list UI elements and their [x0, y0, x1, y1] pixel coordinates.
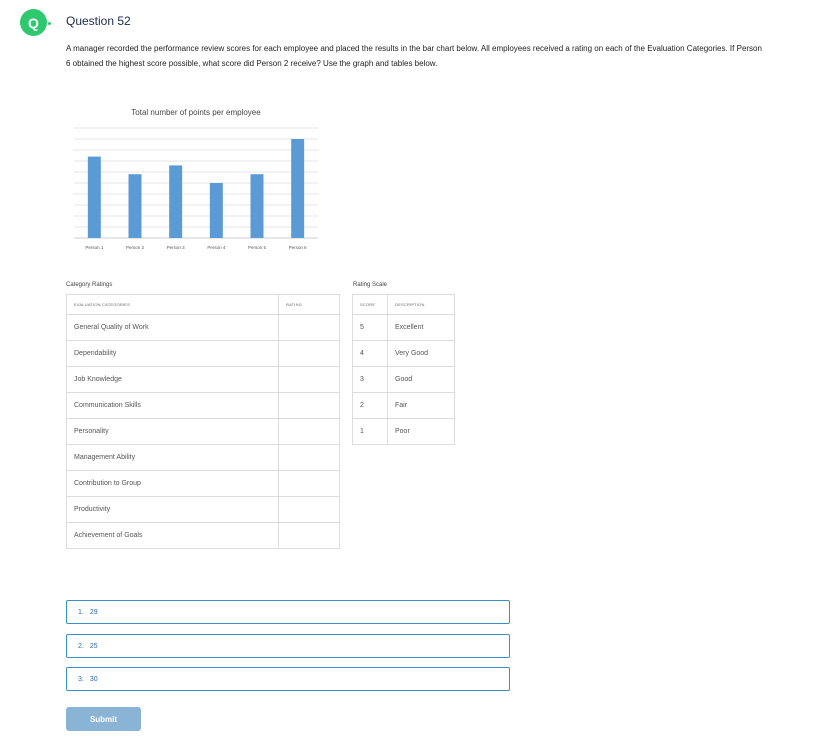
bar-chart: Total number of points per employee Pers… [66, 96, 326, 261]
category-rating-cell [278, 392, 340, 419]
category-name: Achievement of Goals [66, 522, 279, 549]
chart-title: Total number of points per employee [131, 108, 261, 117]
answer-option-3[interactable]: 3. 30 [66, 667, 510, 691]
category-name: Communication Skills [66, 392, 279, 419]
scale-row: 1 Poor [352, 418, 455, 445]
question-badge: Q [20, 9, 51, 36]
scale-description: Very Good [387, 340, 455, 367]
header-evaluation-categories: EVALUATION CATEGORIES [66, 294, 279, 315]
category-row: Productivity [66, 496, 340, 523]
chart-bar [291, 139, 305, 238]
question-title: Question 52 [66, 14, 131, 28]
answer-number: 2. [78, 642, 84, 650]
scale-row: 3 Good [352, 366, 455, 393]
scale-description: Fair [387, 392, 455, 419]
category-name: Productivity [66, 496, 279, 523]
scale-row: 2 Fair [352, 392, 455, 419]
chart-tick-label: Person 2 [126, 245, 145, 250]
category-row: Personality [66, 418, 340, 445]
scale-score: 3 [352, 366, 388, 393]
scale-score: 5 [352, 314, 388, 341]
scale-description: Poor [387, 418, 455, 445]
category-ratings-label: Category Ratings [66, 282, 113, 288]
chart-tick-label: Person 1 [85, 245, 104, 250]
scale-description: Excellent [387, 314, 455, 341]
category-row: Contribution to Group [66, 470, 340, 497]
category-name: Contribution to Group [66, 470, 279, 497]
chart-tick-label: Person 4 [207, 245, 226, 250]
answer-number: 3. [78, 675, 84, 683]
category-row: Job Knowledge [66, 366, 340, 393]
answer-value: 29 [89, 608, 98, 616]
answer-value: 30 [89, 675, 98, 683]
submit-button[interactable]: Submit [66, 707, 141, 731]
category-rating-cell [278, 314, 340, 341]
category-row: Management Ability [66, 444, 340, 471]
chart-tick-label: Person 5 [248, 245, 267, 250]
chart-bar [87, 156, 101, 238]
chart-bar [128, 174, 142, 238]
scale-score: 4 [352, 340, 388, 367]
category-row: General Quality of Work [66, 314, 340, 341]
scale-row: 5 Excellent [352, 314, 455, 341]
header-description: DESCRIPTION [387, 294, 455, 315]
category-rating-cell [278, 418, 340, 445]
answer-option-1[interactable]: 1. 29 [66, 600, 510, 624]
rating-scale-label: Rating Scale [353, 282, 388, 288]
chart-bar [250, 174, 264, 238]
category-rating-cell [278, 522, 340, 549]
chart-plot: Person 1 Person 2 Person 3 Person 4 Person 5… [74, 127, 318, 250]
answer-value: 25 [89, 642, 98, 650]
header-score: SCORE [352, 294, 388, 315]
scale-score: 2 [352, 392, 388, 419]
category-name: General Quality of Work [66, 314, 279, 341]
badge-dot [48, 22, 51, 25]
category-row: Communication Skills [66, 392, 340, 419]
category-row: Dependability [66, 340, 340, 367]
chart-bar [169, 165, 183, 238]
header-rating: RATING [278, 294, 340, 315]
category-rating-cell [278, 470, 340, 497]
category-rating-cell [278, 496, 340, 523]
category-rating-cell [278, 340, 340, 367]
category-name: Management Ability [66, 444, 279, 471]
chart-bar [209, 183, 223, 238]
category-ratings-table: EVALUATION CATEGORIES RATING General Qua… [66, 294, 340, 549]
category-rating-cell [278, 444, 340, 471]
rating-scale-table: SCORE DESCRIPTION 5 Excellent 4 Very Good 3 G… [352, 294, 455, 445]
scale-row: 4 Very Good [352, 340, 455, 367]
answer-option-2[interactable]: 2. 25 [66, 634, 510, 658]
category-name: Job Knowledge [66, 366, 279, 393]
scale-score: 1 [352, 418, 388, 445]
scale-description: Good [387, 366, 455, 393]
category-row: Achievement of Goals [66, 522, 340, 549]
chart-tick-label: Person 3 [167, 245, 186, 250]
category-rating-cell [278, 366, 340, 393]
question-text: A manager recorded the performance revie… [66, 44, 762, 68]
category-name: Personality [66, 418, 279, 445]
category-name: Dependability [66, 340, 279, 367]
chart-tick-label: Person 6 [289, 245, 308, 250]
question-badge-letter: Q [28, 14, 39, 31]
answer-number: 1. [78, 608, 84, 616]
